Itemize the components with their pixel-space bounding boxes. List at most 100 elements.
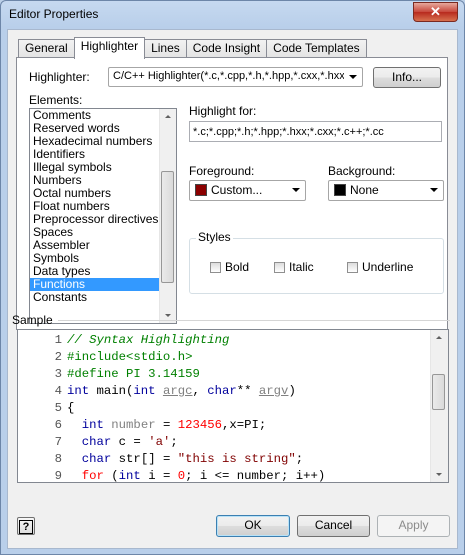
chevron-down-icon	[349, 75, 357, 79]
code-token: ; i <= number; i++)	[185, 469, 326, 483]
ok-button[interactable]: OK	[216, 515, 290, 537]
sample-separator	[58, 320, 450, 321]
help-icon: ?	[19, 520, 33, 534]
scroll-up-icon	[436, 336, 442, 339]
code-token: char	[81, 452, 112, 466]
code-token: 0	[177, 469, 186, 483]
code-token: char	[207, 384, 237, 398]
elements-list[interactable]: Comments Reserved words Hexadecimal number…	[29, 108, 177, 324]
tab-code-insight[interactable]: Code Insight	[185, 39, 268, 58]
styles-label: Styles	[196, 230, 233, 244]
code-line: 1 // Syntax Highlighting	[18, 332, 428, 349]
title-bar[interactable]: Editor Properties ✕	[1, 1, 464, 29]
scroll-down-button[interactable]	[431, 466, 447, 482]
code-token: i =	[140, 469, 178, 483]
code-token: int	[118, 469, 141, 483]
tab-code-templates[interactable]: Code Templates	[266, 39, 367, 58]
code-text: int number = 123456,x=PI;	[67, 417, 267, 434]
code-token: ,	[192, 384, 208, 398]
code-line: 7 char c = 'a';	[18, 434, 428, 451]
code-token: =	[155, 418, 178, 432]
line-number: 4	[54, 384, 62, 398]
bold-checkbox-box[interactable]	[210, 261, 221, 273]
code-token: argv	[258, 384, 289, 398]
background-label: Background:	[328, 164, 396, 178]
background-value: None	[350, 183, 379, 197]
code-line: 5{	[18, 400, 428, 417]
code-text: char c = 'a';	[67, 434, 178, 451]
tab-strip: General Highlighter Lines Code Insight C…	[18, 37, 367, 59]
code-token: c =	[111, 435, 149, 449]
scroll-down-icon	[165, 314, 171, 317]
window-title: Editor Properties	[9, 7, 99, 21]
code-token: main(	[89, 384, 134, 398]
sample-code-editor[interactable]: 1 // Syntax Highlighting 2 #include<stdio.h…	[17, 329, 449, 483]
code-token: int	[67, 384, 90, 398]
code-token: )	[288, 384, 296, 398]
info-button[interactable]: Info...	[373, 67, 441, 88]
close-button[interactable]: ✕	[413, 2, 458, 22]
code-token: str[] =	[111, 452, 178, 466]
highlight-for-input[interactable]	[190, 122, 441, 141]
line-number: 8	[54, 452, 62, 466]
italic-checkbox-box[interactable]	[274, 261, 285, 273]
line-number: 7	[54, 435, 62, 449]
line-number: 3	[54, 367, 62, 381]
bold-label: Bold	[225, 260, 250, 274]
scroll-thumb[interactable]	[432, 374, 445, 410]
code-line: 6 int number = 123456,x=PI;	[18, 417, 428, 434]
dialog-client: General Highlighter Lines Code Insight C…	[7, 29, 458, 549]
foreground-color-swatch	[195, 184, 207, 196]
code-line: 3 #define PI 3.14159	[18, 366, 428, 383]
underline-label: Underline	[362, 260, 414, 274]
background-dropdown[interactable]: None	[328, 180, 444, 201]
line-number: 1	[54, 333, 62, 347]
elements-items: Comments Reserved words Hexadecimal number…	[30, 109, 176, 304]
list-item[interactable]: Constants	[30, 291, 176, 304]
code-line: 8 char str[] = "this is string";	[18, 451, 428, 468]
editor-properties-window: Editor Properties ✕ General Highlighter …	[0, 0, 465, 555]
foreground-label: Foreground:	[189, 164, 255, 178]
code-text: {	[67, 400, 74, 417]
editor-scrollbar[interactable]	[430, 330, 448, 482]
scroll-thumb[interactable]	[161, 171, 174, 283]
help-button[interactable]: ?	[17, 517, 35, 535]
code-token: 'a'	[148, 435, 171, 449]
foreground-dropdown[interactable]: Custom...	[189, 180, 306, 201]
scroll-down-icon	[436, 473, 442, 476]
italic-checkbox[interactable]: Italic	[274, 260, 314, 274]
highlighter-dropdown[interactable]: C/C++ Highlighter(*.c,*.cpp,*.h,*.hpp,*.…	[108, 67, 363, 87]
underline-checkbox-box[interactable]	[347, 261, 358, 273]
underline-checkbox[interactable]: Underline	[347, 260, 413, 274]
cancel-button[interactable]: Cancel	[297, 515, 370, 537]
line-number: 5	[54, 401, 62, 415]
elements-label: Elements:	[29, 93, 83, 107]
code-line: 4 int main(int argc, char** argv)	[18, 383, 428, 400]
code-line: 9 for (int i = 0; i <= number; i++)	[18, 468, 428, 483]
highlight-for-field[interactable]	[189, 121, 442, 142]
background-color-swatch	[334, 184, 346, 196]
elements-scrollbar[interactable]	[159, 109, 176, 323]
code-token: number	[111, 418, 156, 432]
highlight-for-label: Highlight for:	[189, 104, 257, 118]
scroll-up-button[interactable]	[431, 330, 447, 346]
tab-highlighter[interactable]: Highlighter	[73, 37, 146, 59]
tab-lines[interactable]: Lines	[144, 39, 187, 58]
code-token: #include<stdio.h>	[67, 350, 193, 364]
tab-general[interactable]: General	[18, 39, 75, 58]
italic-label: Italic	[289, 260, 314, 274]
code-token: #define PI 3.14159	[67, 367, 200, 381]
bold-checkbox[interactable]: Bold	[210, 260, 249, 274]
line-number: 6	[54, 418, 62, 432]
code-token: **	[236, 384, 259, 398]
close-icon: ✕	[430, 4, 441, 19]
scroll-up-button[interactable]	[160, 109, 176, 125]
scroll-up-icon	[165, 115, 171, 118]
apply-button[interactable]: Apply	[377, 515, 450, 537]
code-token: int	[81, 418, 104, 432]
code-token: "this is string"	[177, 452, 296, 466]
